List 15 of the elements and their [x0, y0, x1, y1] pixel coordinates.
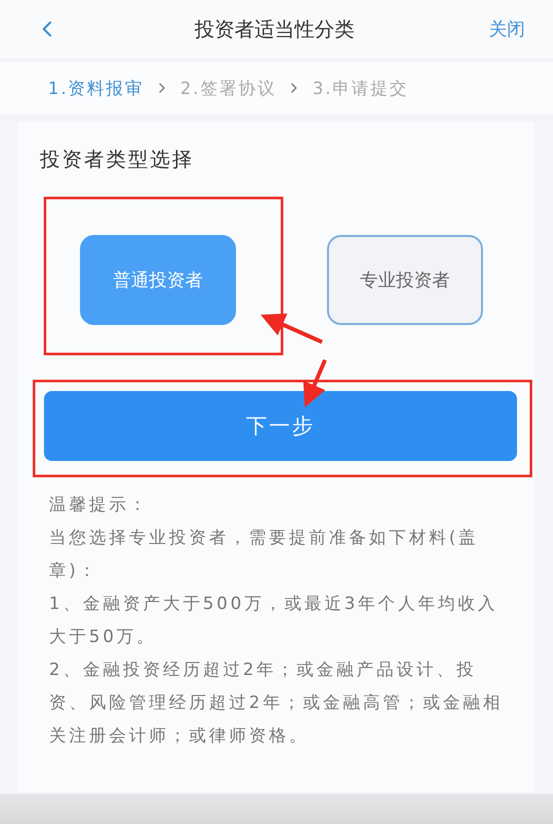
next-button[interactable]: 下一步 — [44, 391, 517, 461]
annotation-arrow — [260, 314, 323, 344]
step-label: 1.资料报审 — [48, 78, 144, 100]
step-label: 3.申请提交 — [312, 78, 409, 100]
tip-paragraph: 2、金融投资经历超过2年；或金融产品设计、投资、风险管理经历超过2年；或金融高管；或金融相关注册会计师；或律师资格。 — [49, 659, 504, 748]
annotation-arrow — [303, 359, 327, 408]
step-label: 2.签署协议 — [180, 78, 276, 100]
tip-paragraph: 当您选择专业投资者，需要提前准备如下材料(盖章)： — [49, 527, 480, 583]
investor-type-button[interactable]: 普通投资者 — [80, 235, 236, 325]
section-heading: 投资者类型选择 — [40, 146, 195, 173]
tip-paragraph: 1、金融资产大于500万，或最近3年个人年均收入大于50万。 — [49, 593, 500, 649]
page-title: 投资者适当性分类 — [194, 16, 354, 42]
close-link[interactable]: 关闭 — [489, 17, 525, 41]
investor-type-button[interactable]: 专业投资者 — [327, 235, 483, 325]
tips-title: 温馨提示： — [49, 494, 150, 517]
